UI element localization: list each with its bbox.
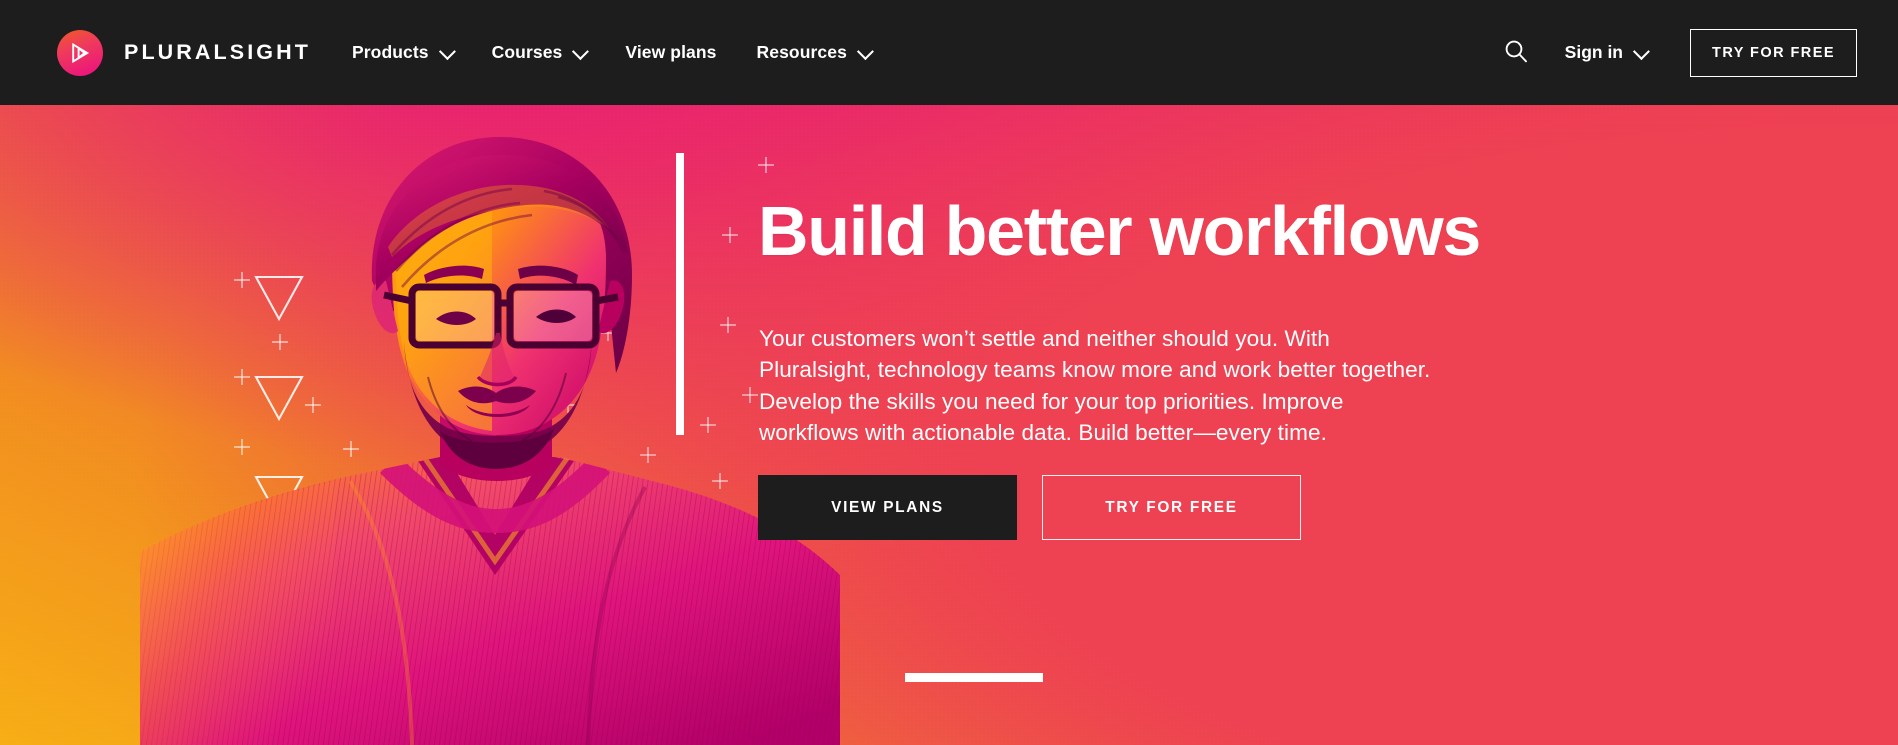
nav-item-label: Courses [491,42,563,62]
hero-copy-block: Build better workflows Your customers wo… [758,105,1758,745]
sign-in-menu[interactable]: Sign in [1564,42,1650,63]
primary-nav: Products Courses View plans Resources [352,34,910,71]
search-icon [1503,38,1529,67]
nav-item-resources[interactable]: Resources [756,34,874,71]
nav-item-label: View plans [625,42,717,62]
hero-portrait-image [140,105,840,745]
hero-headline: Build better workflows [758,192,1481,270]
pluralsight-play-logo-icon [57,29,103,76]
hero-subcopy: Your customers won’t settle and neither … [759,326,1431,446]
chevron-down-icon [856,42,874,60]
header-try-for-free-button[interactable]: TRY FOR FREE [1690,28,1857,77]
nav-item-label: Resources [756,42,847,62]
sign-in-label: Sign in [1564,42,1623,62]
nav-item-courses[interactable]: Courses [491,34,590,71]
nav-item-products[interactable]: Products [351,34,456,71]
hero-cta-row: VIEW PLANS TRY FOR FREE [758,475,1301,540]
chevron-down-icon [1632,42,1650,60]
hero-section: Build better workflows Your customers wo… [0,105,1898,745]
nav-item-label: Products [351,42,429,62]
chevron-down-icon [572,42,590,60]
hero-vertical-rule [676,153,684,435]
brand-home-link[interactable]: PLURALSIGHT [57,29,311,76]
header-actions: Sign in TRY FOR FREE [1499,28,1857,77]
view-plans-button[interactable]: VIEW PLANS [758,475,1017,540]
search-button[interactable] [1499,36,1533,70]
site-header: PLURALSIGHT Products Courses View plans … [0,0,1898,105]
hero-try-for-free-button[interactable]: TRY FOR FREE [1042,475,1301,540]
chevron-down-icon [438,42,456,60]
brand-wordmark: PLURALSIGHT [124,40,311,64]
pluralsight-homepage-hero: PLURALSIGHT Products Courses View plans … [0,0,1898,745]
nav-item-view-plans[interactable]: View plans [625,34,716,71]
